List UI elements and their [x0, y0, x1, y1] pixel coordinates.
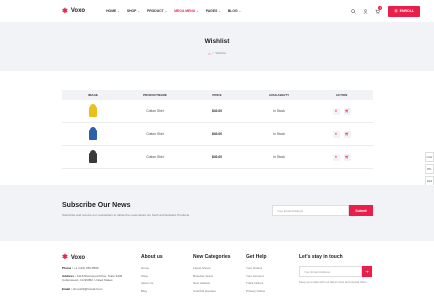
enroll-icon: ☰ — [394, 9, 398, 13]
main-nav: Home ⌄ Shop ⌄ Product ⌄ Mega Menu ⌄ Pages ⌄ B… — [106, 9, 241, 13]
footer-help: Get Help Your Orders Your Account Track … — [246, 254, 267, 296]
table-row: Cotton Shirt $40.00 In Stock ✕ 🛒︎ — [62, 100, 373, 123]
cart-icon[interactable]: 🛒︎ — [343, 107, 351, 115]
breadcrumb: ⌂ / Wishlist — [208, 50, 226, 56]
chevron-down-icon: ⌄ — [238, 9, 242, 13]
chevron-down-icon: ⌄ — [196, 9, 199, 13]
cart-icon[interactable]: 🛒︎ — [343, 130, 351, 138]
product-availability: In Stock — [273, 155, 285, 159]
footer-link[interactable]: Home — [141, 266, 163, 274]
breadcrumb-current: Wishlist — [215, 51, 226, 55]
nav-home[interactable]: Home ⌄ — [106, 9, 120, 13]
product-name[interactable]: Cotton Shirt — [124, 155, 186, 159]
header-image: IMAGE — [88, 93, 98, 97]
logo-text: Voxo — [70, 8, 86, 14]
remove-icon[interactable]: ✕ — [332, 107, 340, 115]
footer-link[interactable]: Latest Shoes — [193, 266, 231, 274]
home-icon[interactable]: ⌂ — [208, 51, 210, 56]
footer-phone: +1 (123) 456-8596 — [73, 266, 99, 270]
footer-link[interactable]: Colorfull Hoodies — [193, 289, 231, 297]
product-name[interactable]: Cotton Shirt — [124, 109, 186, 113]
footer-newsletter-note: Keep up to date with our latest news and… — [299, 280, 368, 284]
footer-link[interactable]: Your Orders — [246, 266, 267, 274]
star-logo-icon: ✱ — [62, 7, 68, 15]
side-tab-color[interactable]: Color — [425, 152, 434, 162]
subscribe-title: Subscribe Our News — [62, 202, 131, 209]
table-row: Cotton Shirt $40.00 In Stock ✕ 🛒︎ — [62, 123, 373, 146]
side-tab-rtl[interactable]: RTL — [425, 164, 434, 174]
nav-mega-menu[interactable]: Mega Menu ⌄ — [174, 9, 199, 13]
site-header: ✱ Voxo Home ⌄ Shop ⌄ Product ⌄ Mega Menu ⌄ P… — [0, 0, 434, 22]
footer-link[interactable]: Track Orders — [246, 281, 267, 289]
user-icon[interactable] — [362, 8, 368, 14]
cart-icon[interactable]: 0 — [374, 6, 383, 14]
nav-shop[interactable]: Shop ⌄ — [127, 9, 140, 13]
product-name[interactable]: Cotton Shirt — [124, 132, 186, 136]
side-tabs: Color RTL Dark — [425, 152, 434, 186]
subscribe-email-input[interactable]: Your Email Address — [272, 205, 349, 216]
arrow-right-icon[interactable]: ➜ — [362, 266, 372, 277]
footer-contact: Phone : +1 (123) 456-8596 Address : 1418… — [62, 266, 123, 291]
page-title: Wishlist — [204, 37, 230, 45]
table-row: Cotton Shirt $40.00 In Stock ✕ 🛒︎ — [62, 146, 373, 169]
cart-count-badge: 0 — [378, 6, 383, 10]
header-availability: AVAILABILITY — [268, 93, 290, 97]
footer-link[interactable]: New Jackets — [193, 281, 231, 289]
header-productname: PRODUCTNAME — [143, 93, 167, 97]
footer-logo[interactable]: ✱ Voxo — [62, 254, 85, 261]
star-logo-icon: ✱ — [62, 254, 68, 261]
product-availability: In Stock — [273, 132, 285, 136]
subscribe-submit-button[interactable]: Submit — [349, 205, 373, 216]
chevron-down-icon: ⌄ — [137, 9, 140, 13]
footer-email: Voxo123@Gmail.Com — [72, 286, 103, 291]
nav-blog[interactable]: Blog ⌄ — [228, 9, 241, 13]
product-price: $40.00 — [211, 155, 223, 159]
product-price: $40.00 — [211, 109, 223, 113]
header-price: PRICE — [212, 93, 222, 97]
subscribe-description: Subscribe and receive our newsletters to… — [62, 213, 190, 217]
product-image[interactable] — [89, 126, 97, 142]
enroll-button[interactable]: ☰ ENROLL — [388, 5, 420, 17]
product-image[interactable] — [89, 149, 97, 165]
page-banner: Wishlist ⌂ / Wishlist — [0, 22, 434, 71]
logo[interactable]: ✱ Voxo — [62, 8, 85, 15]
chevron-down-icon: ⌄ — [218, 9, 221, 13]
footer-link[interactable]: Your Account — [246, 274, 267, 282]
chevron-down-icon: ⌄ — [117, 9, 120, 13]
footer-about: About us Home Shop About Us Blog — [141, 254, 163, 296]
footer-link[interactable]: Branded Jeans — [193, 274, 231, 282]
search-icon[interactable] — [350, 8, 356, 14]
footer-email-input[interactable]: Your Email Address — [299, 266, 362, 277]
product-price: $40.00 — [211, 132, 223, 136]
remove-icon[interactable]: ✕ — [332, 153, 340, 161]
chevron-down-icon: ⌄ — [164, 9, 168, 13]
footer-link[interactable]: About Us — [141, 281, 163, 289]
table-header: IMAGE PRODUCTNAME PRICE AVAILABILITY ACT… — [62, 90, 373, 100]
footer-link[interactable]: Privacy Notice — [246, 289, 267, 297]
footer-newsletter: Let's stay in touch Your Email Address ➜… — [299, 254, 373, 285]
product-image[interactable] — [89, 103, 97, 119]
cart-icon[interactable]: 🛒︎ — [343, 153, 351, 161]
nav-product[interactable]: Product ⌄ — [147, 9, 167, 13]
footer-link[interactable]: Blog — [141, 289, 163, 297]
header-icons: 0 ☰ ENROLL — [350, 5, 420, 17]
header-action: ACTION — [335, 93, 348, 97]
nav-pages[interactable]: Pages ⌄ — [206, 9, 221, 13]
wishlist-table: IMAGE PRODUCTNAME PRICE AVAILABILITY ACT… — [62, 90, 373, 169]
remove-icon[interactable]: ✕ — [332, 130, 340, 138]
subscribe-form: Your Email Address Submit — [272, 205, 373, 216]
product-availability: In Stock — [273, 109, 285, 113]
footer-link[interactable]: Shop — [141, 274, 163, 282]
footer-categories: New Categories Latest Shoes Branded Jean… — [193, 254, 231, 296]
